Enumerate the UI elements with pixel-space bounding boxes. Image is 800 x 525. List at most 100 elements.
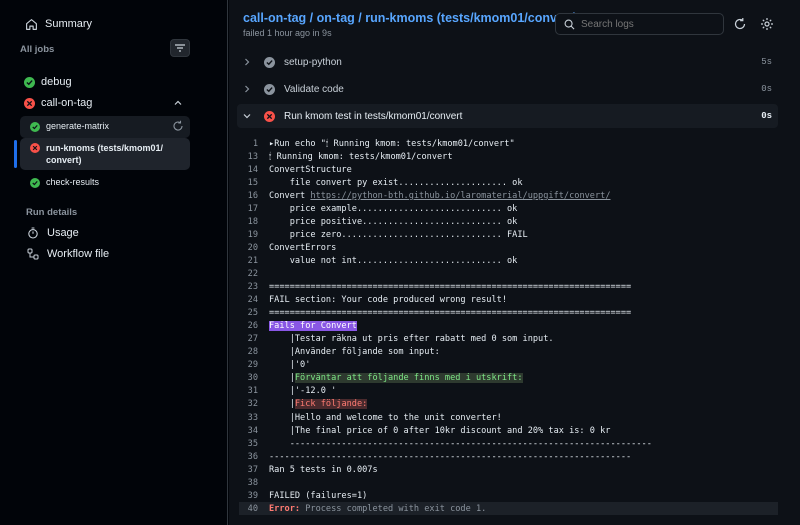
log-line[interactable]: 13 🕯 Running kmom: tests/kmom01/convert — [239, 150, 778, 163]
log-text: price positive..........................… — [269, 216, 518, 227]
stopwatch-icon — [26, 226, 40, 240]
log-link[interactable]: https://python-bth.github.io/laromateria… — [310, 191, 610, 201]
job-label: call-on-tag — [41, 97, 93, 109]
log-line[interactable]: 23 ======================================… — [239, 281, 778, 294]
line-number: 23 — [247, 282, 258, 293]
line-number: 26 — [247, 321, 258, 332]
success-icon — [30, 122, 40, 132]
line-number: 40 — [247, 503, 258, 514]
job-debug[interactable]: debug — [24, 76, 72, 88]
step-label: Run kmom test in tests/kmom01/convert — [284, 110, 463, 122]
job-call-on-tag[interactable]: call-on-tag — [24, 97, 92, 109]
log-text: Ran 5 tests in 0.007s — [269, 464, 378, 475]
usage-link[interactable]: Usage — [26, 226, 79, 240]
log-text-prefix: | — [269, 373, 295, 384]
all-jobs-heading: All jobs — [20, 44, 55, 55]
log-text: |Fick följande: — [269, 399, 368, 410]
log-text-received: Fick följande: — [294, 399, 368, 410]
chevron-up-icon[interactable] — [174, 99, 182, 107]
log-line[interactable]: 25 ======================================… — [239, 307, 778, 320]
log-line[interactable]: 16 Convert https://python-bth.github.io/l… — [239, 189, 778, 202]
subjob-label-line2: convert) — [46, 155, 82, 165]
log-line[interactable]: 17 price example........................… — [239, 202, 778, 215]
log-text: 🕯 Running kmom: tests/kmom01/convert — [269, 151, 453, 162]
line-number: 33 — [247, 412, 258, 423]
gear-icon[interactable] — [760, 17, 774, 31]
step-setup-python[interactable]: setup-python 5s — [237, 50, 778, 74]
success-icon — [264, 56, 275, 68]
log-text-highlighted: Fails for Convert — [269, 321, 357, 332]
log-text: value not int...........................… — [269, 255, 518, 266]
step-duration: 5s — [761, 57, 772, 67]
log-line-error[interactable]: 40 Error: Process completed with exit cod… — [239, 502, 778, 516]
log-line[interactable]: 21 value not int........................… — [239, 254, 778, 267]
search-input[interactable] — [581, 18, 721, 30]
log-text: ConvertErrors — [269, 242, 337, 253]
log-output: 1 ▸Run echo "🕯 Running kmom: tests/kmom01… — [239, 137, 778, 516]
search-logs[interactable] — [555, 13, 724, 35]
line-number: 32 — [247, 399, 258, 410]
filter-button[interactable] — [170, 39, 190, 57]
summary-label: Summary — [45, 18, 93, 30]
log-text: ----------------------------------------… — [269, 438, 652, 449]
log-line[interactable]: 20 ConvertErrors — [239, 241, 778, 254]
log-text-prefix: | — [269, 399, 295, 410]
log-text: FAILED (failures=1) — [269, 490, 368, 501]
log-line[interactable]: 36 --------------------------------------… — [239, 450, 778, 463]
search-icon — [564, 19, 575, 29]
line-number: 30 — [247, 373, 258, 384]
log-text: |Förväntar att följande finns med i utsk… — [269, 373, 523, 384]
step-validate-code[interactable]: Validate code 0s — [237, 77, 778, 101]
sidebar-summary-link[interactable]: Summary — [24, 17, 92, 31]
line-number: 17 — [247, 203, 258, 214]
job-label: debug — [41, 76, 72, 88]
subjob-generate-matrix-row[interactable]: generate-matrix — [30, 121, 109, 132]
subjob-label: run-kmoms (tests/kmom01/ — [46, 143, 164, 153]
active-indicator — [14, 140, 17, 168]
job-title[interactable]: call-on-tag / on-tag / run-kmoms (tests/… — [243, 11, 577, 25]
log-line[interactable]: 22 — [239, 267, 778, 280]
failure-icon — [264, 110, 275, 122]
filter-icon — [175, 44, 185, 52]
log-text: |Hello and welcome to the unit converter… — [269, 412, 502, 423]
log-line[interactable]: 39 FAILED (failures=1) — [239, 489, 778, 502]
log-line[interactable]: 32 |Fick följande: — [239, 398, 778, 411]
job-subtitle: failed 1 hour ago in 9s — [243, 28, 332, 38]
rerun-icon[interactable] — [172, 120, 184, 132]
log-line[interactable]: 27 |Testar räkna ut pris efter rabatt me… — [239, 333, 778, 346]
log-line[interactable]: 29 |'0' — [239, 359, 778, 372]
subjob-run-kmoms-row[interactable]: run-kmoms (tests/kmom01/ convert) — [30, 142, 163, 166]
step-run-kmom-test[interactable]: Run kmom test in tests/kmom01/convert 0s — [237, 104, 778, 128]
success-icon — [264, 83, 275, 95]
line-number: 39 — [247, 490, 258, 501]
job-header: call-on-tag / on-tag / run-kmoms (tests/… — [229, 0, 800, 50]
log-text: |The final price of 0 after 10kr discoun… — [269, 425, 611, 436]
log-line[interactable]: 34 |The final price of 0 after 10kr disc… — [239, 424, 778, 437]
log-line[interactable]: 37 Ran 5 tests in 0.007s — [239, 463, 778, 476]
log-line[interactable]: 33 |Hello and welcome to the unit conver… — [239, 411, 778, 424]
subjob-check-results[interactable]: check-results — [30, 177, 99, 188]
refresh-icon[interactable] — [733, 17, 747, 31]
log-line[interactable]: 14 ConvertStructure — [239, 163, 778, 176]
error-label: Error: — [269, 503, 301, 514]
line-number: 37 — [247, 464, 258, 475]
log-line[interactable]: 28 |Använder följande som input: — [239, 346, 778, 359]
log-line[interactable]: 35 -------------------------------------… — [239, 437, 778, 450]
log-line[interactable]: 18 price positive.......................… — [239, 215, 778, 228]
log-line[interactable]: 26 Fails for Convert — [239, 320, 778, 333]
log-line[interactable]: 19 price zero...........................… — [239, 228, 778, 241]
log-line[interactable]: 24 FAIL section: Your code produced wrong… — [239, 294, 778, 307]
line-number: 34 — [247, 425, 258, 436]
line-number: 22 — [247, 268, 258, 279]
line-number: 36 — [247, 451, 258, 462]
log-line[interactable]: 1 ▸Run echo "🕯 Running kmom: tests/kmom01… — [239, 137, 778, 150]
log-line[interactable]: 31 |'-12.0 ' — [239, 385, 778, 398]
log-line[interactable]: 38 — [239, 476, 778, 489]
log-text: ========================================… — [269, 308, 632, 319]
line-number: 21 — [247, 255, 258, 266]
line-number: 18 — [247, 216, 258, 227]
chevron-right-icon — [243, 58, 255, 66]
workflow-file-link[interactable]: Workflow file — [26, 247, 109, 261]
log-line[interactable]: 30 |Förväntar att följande finns med i u… — [239, 372, 778, 385]
log-line[interactable]: 15 file convert py exist................… — [239, 176, 778, 189]
